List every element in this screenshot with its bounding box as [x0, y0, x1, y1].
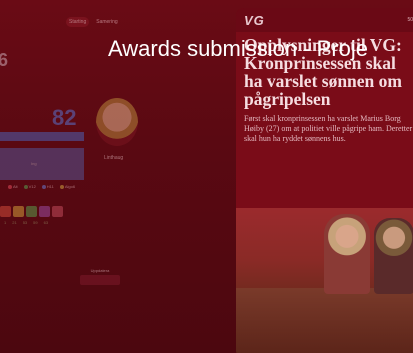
person-figure [374, 218, 413, 294]
score-bar [0, 132, 84, 141]
avatar-name: Linthaug [104, 155, 124, 161]
tile[interactable] [39, 206, 50, 217]
update-widget[interactable]: Uppdatera [80, 268, 120, 288]
legend-item: Alt [8, 184, 18, 189]
legend-item: V12 [23, 184, 36, 189]
article-photo[interactable] [236, 208, 413, 353]
big-number: 6 [0, 50, 9, 70]
background-stage: Starting Samering 6 82 Ing Linthaug Alt … [0, 0, 413, 353]
update-box [80, 275, 120, 285]
legend-item: H11 [41, 184, 54, 189]
bar-label: Ing [31, 161, 37, 166]
overlay-title: Awards submission - Proje [108, 36, 369, 61]
score-value: 82 [52, 105, 77, 130]
phone-header: VG 50 [236, 8, 413, 32]
tab-samering[interactable]: Samering [93, 17, 120, 27]
tile[interactable] [13, 206, 24, 217]
tile[interactable] [26, 206, 37, 217]
tile-labels: 1 21 53 59 63 [4, 220, 49, 225]
tile[interactable] [0, 206, 11, 217]
legend: Alt V12 H11 Algo6 [8, 184, 75, 189]
tab-row: Starting Samering [66, 17, 121, 27]
tab-starting[interactable]: Starting [66, 17, 90, 27]
headline-rest: Kronprinsessen skal ha varslet sønnen om… [244, 53, 402, 109]
tile[interactable] [52, 206, 63, 217]
color-tiles [0, 206, 63, 217]
status-badge: 50 [407, 17, 413, 23]
photo-field [236, 288, 413, 353]
person-figure [324, 214, 370, 294]
legend-item: Algo6 [59, 184, 75, 189]
vg-logo: VG [244, 12, 265, 28]
update-label: Uppdatera [90, 268, 110, 273]
detail-bar: Ing [0, 148, 84, 180]
avatar [96, 98, 138, 146]
article-body: Først skal kronprinsessen ha varslet Mar… [244, 114, 413, 143]
